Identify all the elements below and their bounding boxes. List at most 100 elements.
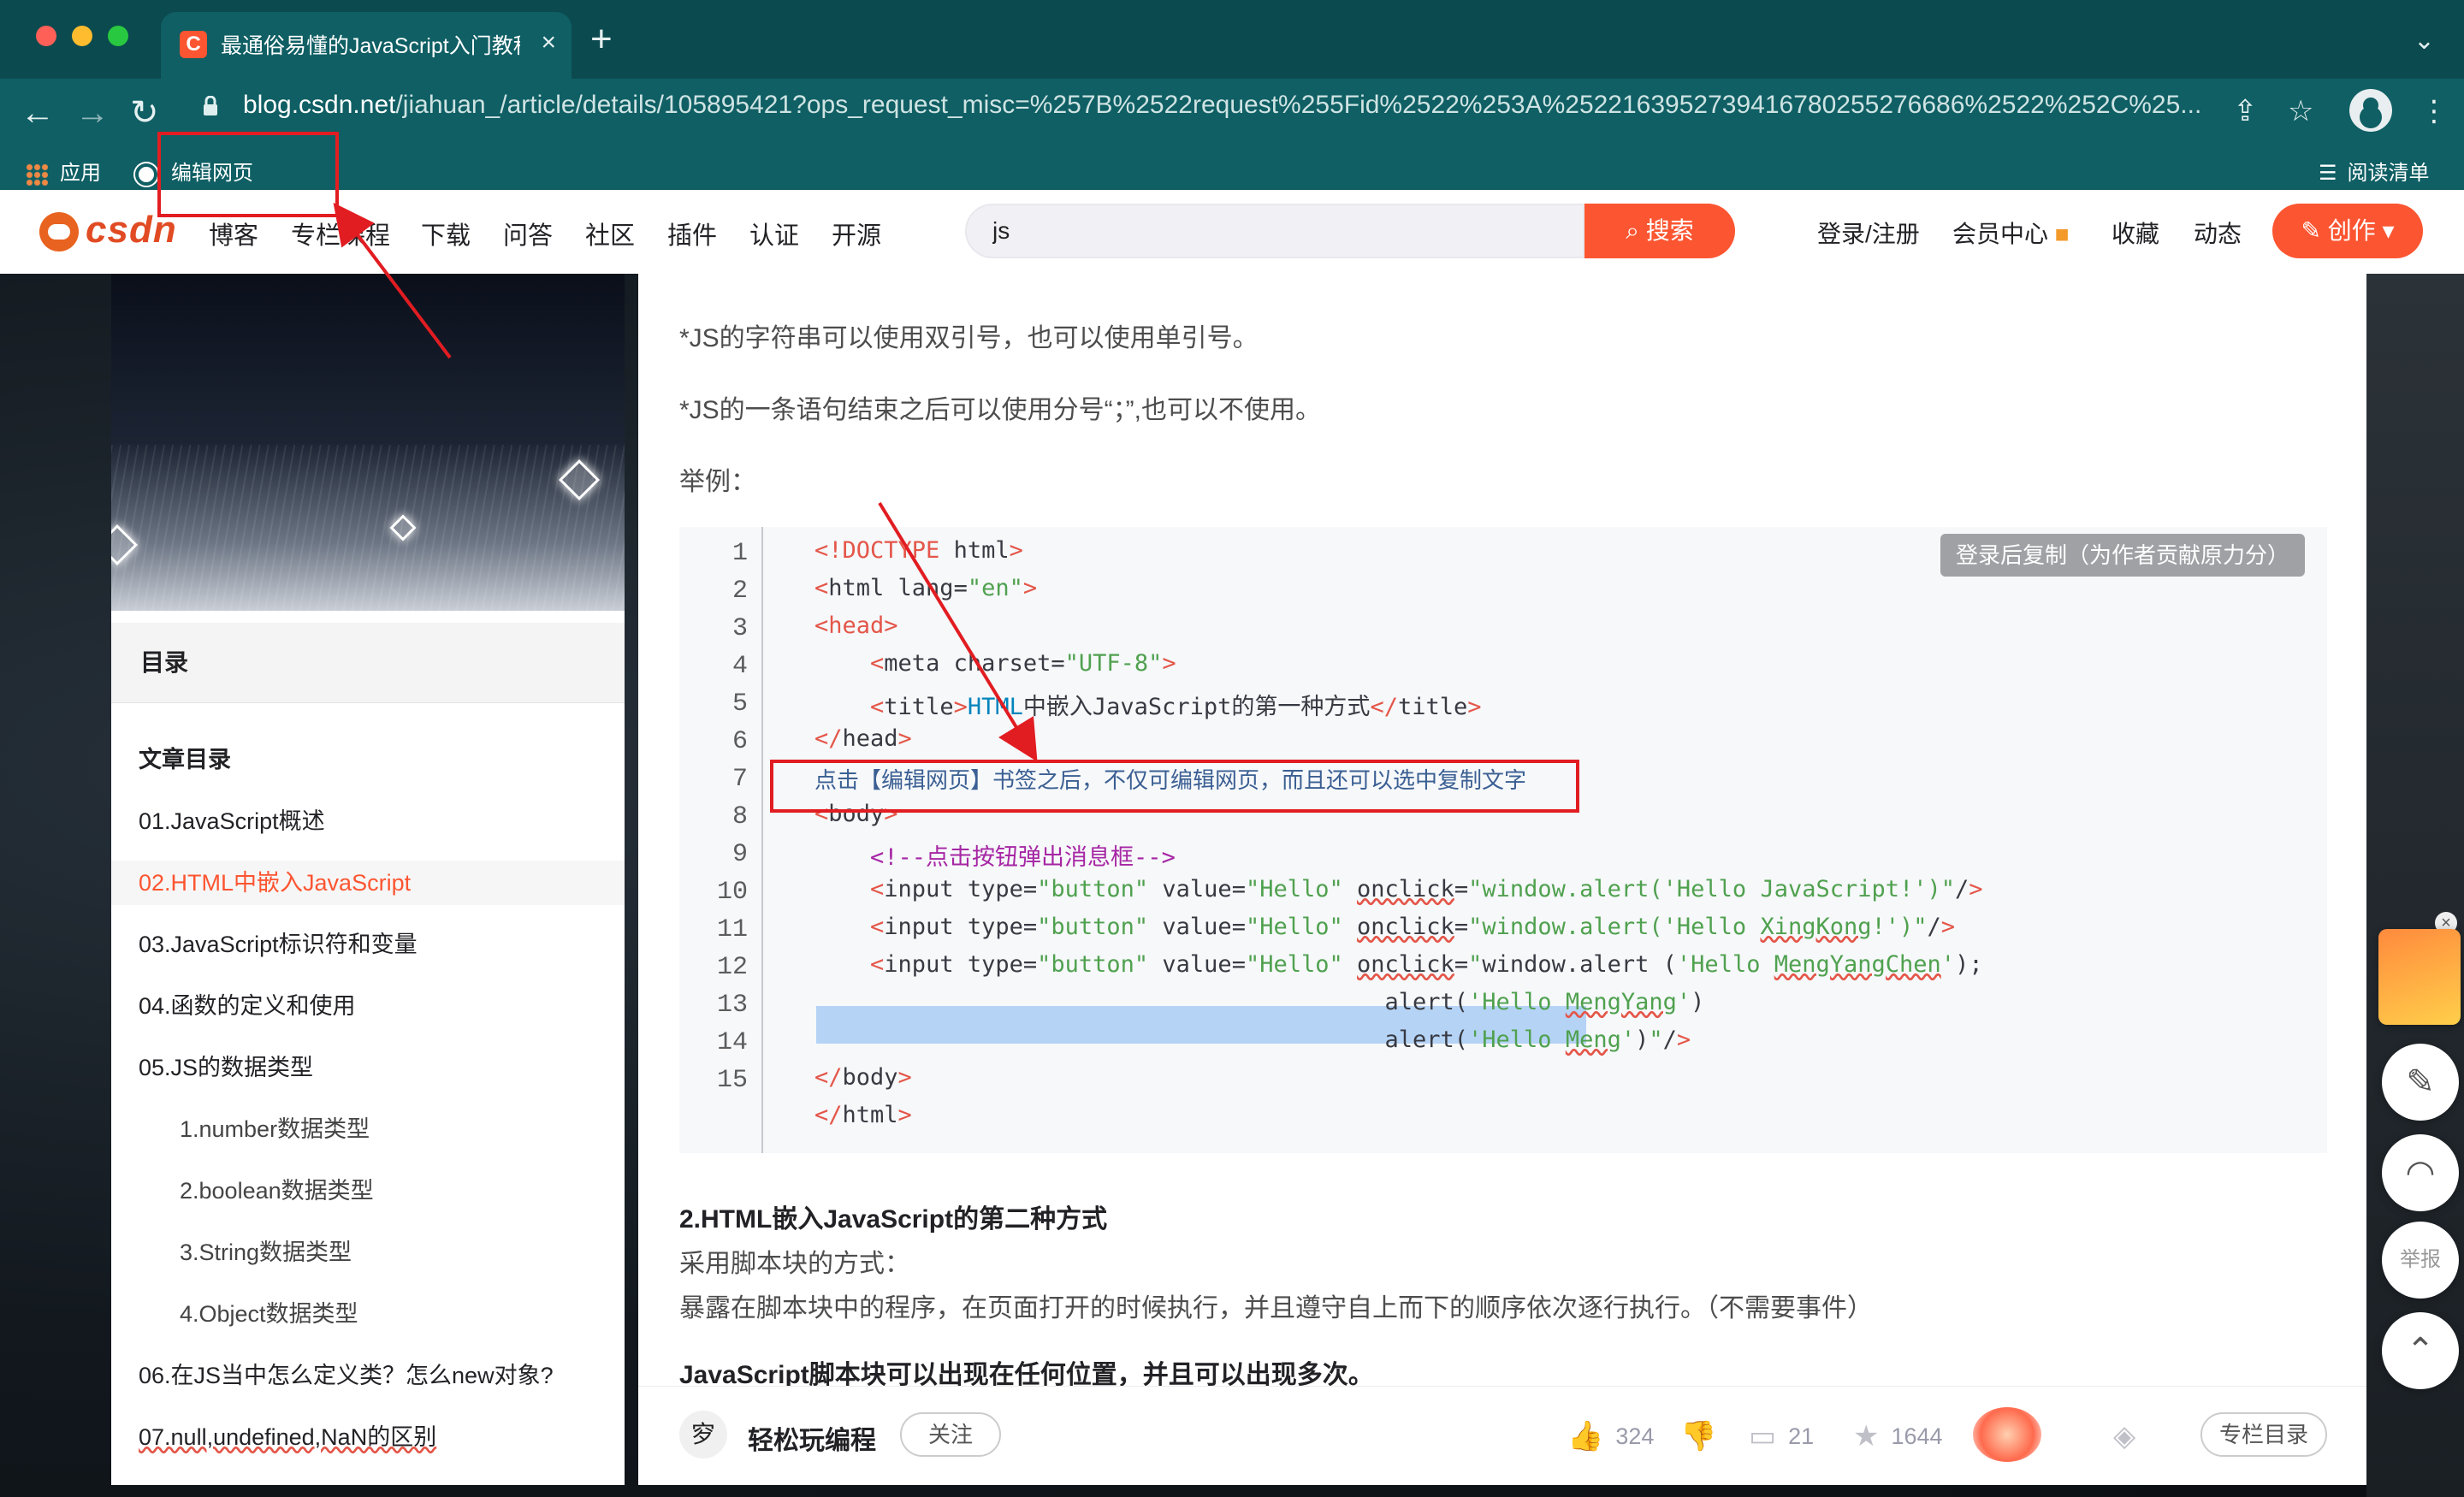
reading-list[interactable]: ☰ 阅读清单	[2319, 156, 2430, 186]
reading-list-icon: ☰	[2319, 162, 2337, 185]
nav-download[interactable]: 下载	[421, 216, 471, 251]
comment-button[interactable]: ▭ 21	[1749, 1419, 1814, 1453]
share-icon[interactable]: ⇪	[2233, 94, 2258, 128]
bookmark-apps-label: 应用	[60, 162, 101, 185]
code-block: 登录后复制（为作者贡献原力分） 1 2 3 4 5 6 7 8 9 10 11 …	[679, 527, 2327, 1153]
line-number: 7	[732, 765, 748, 794]
code-line: </head>	[814, 725, 912, 752]
forward-icon[interactable]: →	[75, 94, 110, 132]
dislike-button[interactable]: 👎	[1680, 1419, 1728, 1453]
toc-subitem[interactable]: 2.boolean数据类型	[111, 1169, 625, 1213]
toc-item[interactable]: 01.JavaScript概述	[111, 799, 625, 843]
author-avatar[interactable]: 穸	[679, 1411, 727, 1459]
like-button[interactable]: 👍 324	[1567, 1419, 1654, 1453]
favorites-link[interactable]: 收藏	[2112, 216, 2159, 250]
code-line: alert('Hello MengYang')	[814, 989, 1705, 1015]
article-paragraph: *JS的一条语句结束之后可以使用分号“；”,也可以不使用。	[679, 396, 1321, 424]
follow-button[interactable]: 关注	[900, 1412, 1001, 1457]
create-button[interactable]: ✎ 创作 ▾	[2272, 204, 2423, 258]
nav-blog[interactable]: 博客	[209, 216, 258, 251]
share-button[interactable]: ◈	[2113, 1419, 2147, 1453]
copy-code-button[interactable]: 登录后复制（为作者贡献原力分）	[1940, 534, 2305, 577]
customer-service-button[interactable]: ◠	[2382, 1134, 2459, 1211]
create-button-label: 创作	[2327, 217, 2376, 244]
new-tab-button[interactable]: +	[590, 21, 613, 58]
reward-badge-icon[interactable]	[1973, 1407, 2041, 1462]
csdn-header: csdn 博客 专栏课程 下载 问答 社区 插件 认证 开源 ⌕ 搜索 登录/注…	[0, 190, 2464, 274]
tab-search-chevron-icon[interactable]: ⌄	[2414, 26, 2435, 56]
star-icon: ★	[1853, 1420, 1880, 1453]
toc-item[interactable]: 03.JavaScript标识符和变量	[111, 922, 625, 967]
annotation-box-code-line	[770, 760, 1579, 813]
toc-title: 文章目录	[139, 747, 231, 772]
tab-close-icon[interactable]: ×	[541, 27, 556, 58]
pen-icon: ✎	[2301, 217, 2328, 244]
article-paragraph: 暴露在脚本块中的程序，在页面打开的时候执行，并且遵守自上而下的顺序依次逐行执行。…	[679, 1294, 1873, 1322]
line-number: 5	[732, 689, 748, 719]
vip-center-label: 会员中心	[1952, 221, 2049, 247]
window-minimize-button[interactable]	[72, 26, 92, 46]
toc-subitem[interactable]: 4.Object数据类型	[111, 1292, 625, 1336]
url-path: /jiahuan_/article/details/105895421?ops_…	[395, 91, 2202, 119]
line-number: 11	[716, 915, 748, 944]
line-number: 13	[716, 991, 748, 1020]
toc-item[interactable]: 07.null,undefined,NaN的区别	[111, 1415, 625, 1459]
back-icon[interactable]: ←	[21, 94, 55, 132]
nav-plugins[interactable]: 插件	[667, 216, 717, 251]
edit-note-button[interactable]: ✎	[2382, 1044, 2459, 1121]
thumbs-up-icon: 👍	[1567, 1420, 1604, 1453]
banner-bottom-strip	[111, 611, 625, 623]
login-link[interactable]: 登录/注册	[1817, 216, 1920, 250]
report-button[interactable]: 举报	[2382, 1222, 2459, 1299]
code-gutter-divider	[761, 527, 763, 1153]
code-line: <!--点击按钮弹出消息框-->	[870, 844, 1176, 871]
favorite-button[interactable]: ★ 1644	[1853, 1419, 1943, 1453]
column-catalog-button[interactable]: 专栏目录	[2200, 1412, 2327, 1457]
csdn-favicon-icon: C	[180, 31, 207, 58]
section-heading: JavaScript脚本块可以出现在任何位置，并且可以出现多次。	[679, 1361, 1374, 1386]
code-line: </body>	[814, 1064, 912, 1091]
toc-item[interactable]: 04.函数的定义和使用	[111, 984, 625, 1028]
line-number: 12	[716, 953, 748, 982]
bookmark-apps[interactable]: 应用	[26, 156, 101, 186]
sidebar-banner-image	[111, 274, 625, 611]
bookmark-star-icon[interactable]: ☆	[2288, 94, 2313, 128]
search-input[interactable]	[992, 217, 1540, 245]
reload-icon[interactable]: ↻	[130, 94, 159, 132]
toc-subitem[interactable]: 3.String数据类型	[111, 1230, 625, 1275]
profile-avatar[interactable]	[2349, 89, 2392, 132]
address-bar[interactable]: blog.csdn.net/jiahuan_/article/details/1…	[185, 80, 2315, 135]
nav-opensource[interactable]: 开源	[832, 216, 881, 251]
nav-certification[interactable]: 认证	[749, 216, 799, 251]
dynamic-link[interactable]: 动态	[2194, 216, 2242, 250]
promo-gift-box[interactable]	[2378, 929, 2461, 1025]
search-button[interactable]: ⌕ 搜索	[1584, 204, 1735, 258]
back-to-top-button[interactable]: ⌃	[2382, 1312, 2459, 1389]
vip-center-link[interactable]: 会员中心 ■	[1952, 216, 2070, 250]
comment-icon: ▭	[1749, 1420, 1777, 1453]
article-paragraph: 采用脚本块的方式：	[679, 1250, 910, 1278]
nav-qa[interactable]: 问答	[503, 216, 553, 251]
article-paragraph: *JS的字符串可以使用双引号，也可以使用单引号。	[679, 324, 1259, 352]
code-line: <title>HTML中嵌入JavaScript的第一种方式</title>	[870, 694, 1482, 720]
window-close-button[interactable]	[36, 26, 56, 46]
line-number: 14	[716, 1028, 748, 1057]
reading-list-label: 阅读清单	[2347, 162, 2430, 185]
toc-item[interactable]: 06.在JS当中怎么定义类？怎么new对象?	[111, 1353, 625, 1398]
code-line: <input type="button" value="Hello" oncli…	[870, 951, 1983, 978]
window-zoom-button[interactable]	[108, 26, 128, 46]
toc-item-active[interactable]: 02.HTML中嵌入JavaScript	[111, 861, 625, 905]
toc-subitem[interactable]: 1.number数据类型	[111, 1107, 625, 1151]
report-label: 举报	[2400, 1248, 2441, 1271]
arrow-up-icon: ⌃	[2406, 1332, 2435, 1370]
browser-tab-active[interactable]: C 最通俗易懂的JavaScript入门教程 ×	[161, 12, 572, 79]
section-heading: 2.HTML嵌入JavaScript的第二种方式	[679, 1205, 1108, 1234]
url-text: blog.csdn.net/jiahuan_/article/details/1…	[243, 91, 2262, 120]
code-line: <input type="button" value="Hello" oncli…	[870, 914, 1956, 940]
nav-community[interactable]: 社区	[585, 216, 635, 251]
nav-courses[interactable]: 专栏课程	[291, 216, 390, 251]
favorite-count: 1644	[1891, 1423, 1943, 1449]
browser-menu-icon[interactable]: ⋮	[2420, 94, 2449, 128]
toc-item[interactable]: 05.JS的数据类型	[111, 1045, 625, 1090]
author-name[interactable]: 轻松玩编程	[748, 1419, 876, 1457]
